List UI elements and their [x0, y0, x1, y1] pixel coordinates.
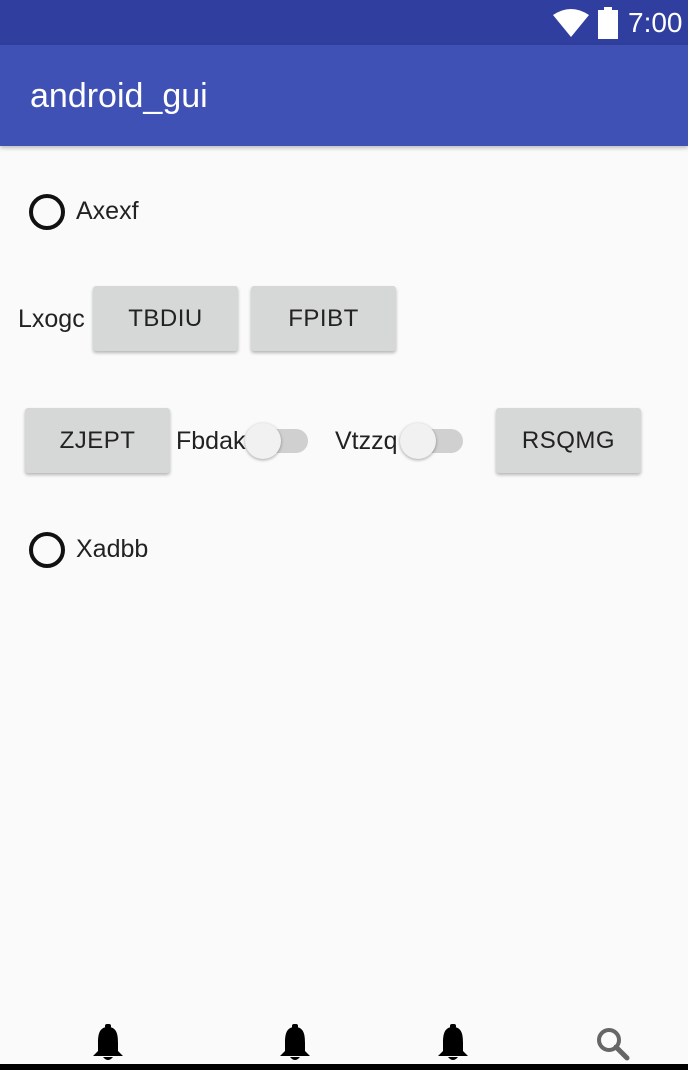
switch-fbdak-label: Fbdak — [176, 427, 246, 455]
app-title: android_gui — [30, 77, 208, 115]
status-bar: 7:00 — [0, 0, 688, 45]
switch-fbdak-thumb[interactable] — [245, 423, 281, 459]
fpibt-button[interactable]: FPIBT — [251, 286, 396, 351]
tbdiu-button[interactable]: TBDIU — [93, 286, 238, 351]
bell-icon[interactable] — [92, 1024, 124, 1062]
switch-vtzzq-thumb[interactable] — [400, 423, 436, 459]
radio-axexf[interactable] — [29, 194, 65, 230]
bottom-bar-edge — [0, 1064, 688, 1070]
rsqmg-button[interactable]: RSQMG — [496, 408, 641, 473]
radio-xadbb-label[interactable]: Xadbb — [76, 534, 148, 564]
bell-icon[interactable] — [437, 1024, 469, 1062]
wifi-icon — [553, 9, 589, 37]
radio-axexf-label[interactable]: Axexf — [76, 196, 139, 226]
app-bar: android_gui — [0, 45, 688, 146]
search-icon[interactable] — [596, 1027, 630, 1061]
status-time: 7:00 — [628, 7, 683, 38]
row-label-lxogc: Lxogc — [18, 305, 85, 333]
bell-icon[interactable] — [279, 1024, 311, 1062]
switch-vtzzq-label: Vtzzq — [335, 427, 398, 455]
battery-icon — [598, 7, 618, 39]
radio-xadbb[interactable] — [29, 532, 65, 568]
zjept-button[interactable]: ZJEPT — [25, 408, 170, 473]
